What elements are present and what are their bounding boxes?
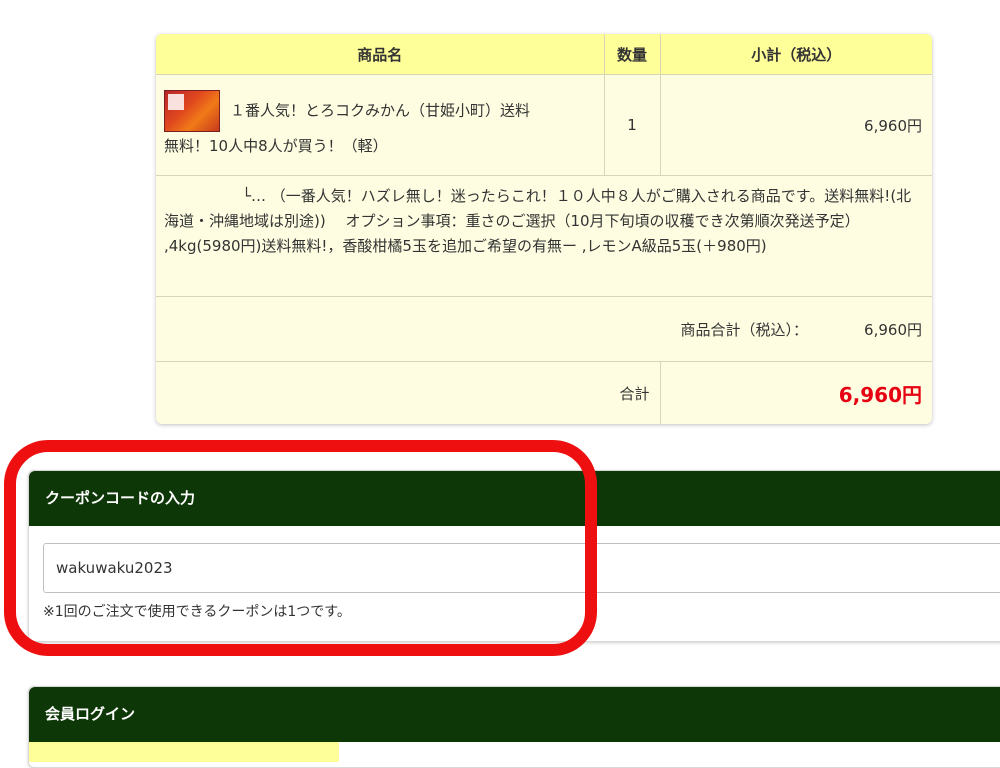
product-name-cell: １番人気！とろコクみかん（甘姫小町）送料 無料！10人中8人が買う！（軽） [156,74,605,176]
header-subtotal: 小計（税込） [659,34,932,75]
product-thumbnail[interactable] [164,90,220,132]
product-subtotal: 6,960円 [659,74,932,176]
coupon-panel: クーポンコードの入力 ※1回のご注文で使用できるクーポンは1つです。 [28,470,1000,642]
total-value: 6,960円 [659,361,932,424]
coupon-panel-title: クーポンコードの入力 [29,471,1000,526]
product-name-line1[interactable]: １番人気！とろコクみかん（甘姫小町）送料 [230,102,530,120]
cart-table: 商品名 数量 小計（税込） １番人気！とろコクみかん（甘姫小町）送料 無料！10… [156,34,932,424]
cart-header-row: 商品名 数量 小計（税込） [156,34,932,75]
header-product-name: 商品名 [156,34,605,75]
product-quantity: 1 [603,74,661,176]
product-options: └… （一番人気！ハズレ無し！迷ったらこれ！１０人中８人がご購入される商品です。… [156,175,932,297]
product-options-text: └… （一番人気！ハズレ無し！迷ったらこれ！１０人中８人がご購入される商品です。… [164,187,912,255]
total-label: 合計 [156,361,661,424]
goods-total-label: 商品合計（税込）： [680,320,809,339]
table-row: １番人気！とろコクみかん（甘姫小町）送料 無料！10人中8人が買う！（軽） 1 … [156,74,932,176]
member-login-panel: 会員ログイン [28,686,1000,768]
goods-total-row: 商品合計（税込）： 6,960円 [156,296,932,362]
option-row: └… （一番人気！ハズレ無し！迷ったらこれ！１０人中８人がご購入される商品です。… [156,175,932,297]
coupon-code-input[interactable] [43,543,1000,593]
goods-total-value: 6,960円 [864,320,922,339]
header-quantity: 数量 [603,34,661,75]
member-login-title: 会員ログイン [29,687,1000,742]
coupon-note: ※1回のご注文で使用できるクーポンは1つです。 [43,604,351,620]
product-name-line2[interactable]: 無料！10人中8人が買う！（軽） [164,137,388,155]
total-row: 合計 6,960円 [156,361,932,424]
login-tab[interactable] [29,742,339,762]
